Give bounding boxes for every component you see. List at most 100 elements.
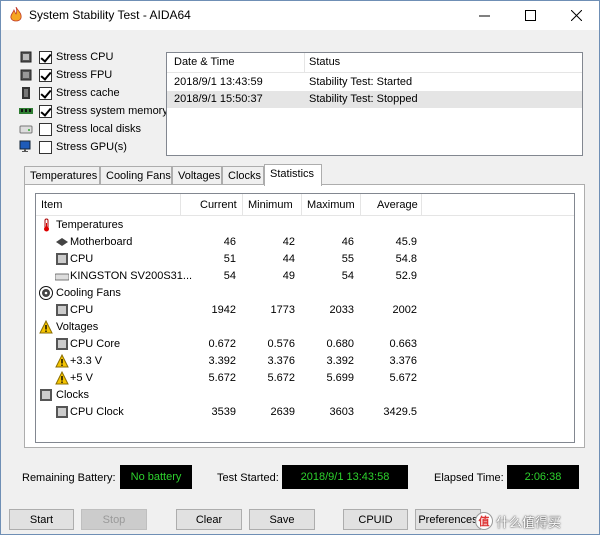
cpu-chip-icon [56,253,68,265]
value-maximum: 55 [341,253,354,265]
header-minimum[interactable]: Minimum [248,199,293,211]
log-row-datetime: 2018/9/1 13:43:59 [174,76,263,88]
stress-disks-checkbox[interactable] [39,122,52,136]
cache-chip-icon [22,87,30,99]
row-label: +5 V [70,372,93,384]
statistics-table[interactable]: Item Current Minimum Maximum Average Tem… [35,193,575,443]
window-title: System Stability Test - AIDA64 [29,8,191,22]
site-watermark: 值 什么值得买 [475,510,600,532]
row-label: CPU [70,253,94,265]
maximize-icon [524,10,536,21]
stop-button[interactable]: Stop [81,509,147,530]
log-row[interactable]: 2018/9/1 15:50:37 Stability Test: Stoppe… [167,91,582,108]
stability-test-window: System Stability Test - AIDA64 Stress CP… [0,0,600,535]
log-row-status: Stability Test: Started [309,76,413,88]
header-current[interactable]: Current [200,199,237,211]
value-minimum: 5.672 [267,372,295,384]
group-label: Cooling Fans [56,287,121,299]
group-cooling-fans[interactable]: Cooling Fans [36,285,426,302]
value-average: 2002 [392,304,417,316]
stress-cache-option[interactable]: Stress cache [19,85,120,101]
stress-gpu-option[interactable]: Stress GPU(s) [19,139,127,155]
log-row-status: Stability Test: Stopped [309,93,418,105]
log-row-datetime: 2018/9/1 15:50:37 [174,93,263,105]
table-row[interactable]: CPU 1942 1773 2033 2002 [36,302,426,319]
value-minimum: 3.376 [267,355,295,367]
tab-clocks[interactable]: Clocks [222,166,264,185]
group-label: Clocks [56,389,90,401]
stress-memory-label: Stress system memory [56,105,168,117]
value-minimum: 42 [282,236,295,248]
disk-drive-icon [55,273,69,281]
stress-cache-checkbox[interactable] [39,86,52,100]
log-header-status[interactable]: Status [309,56,340,68]
tab-statistics[interactable]: Statistics [264,164,322,186]
value-maximum: 46 [341,236,354,248]
save-button[interactable]: Save [249,509,315,530]
group-label: Temperatures [56,219,124,231]
table-row[interactable]: CPU 51 44 55 54.8 [36,251,426,268]
value-maximum: 3.392 [326,355,354,367]
column-divider [180,194,181,216]
table-row[interactable]: CPU Clock 3539 2639 3603 3429.5 [36,404,426,421]
table-row[interactable]: Motherboard 46 42 46 45.9 [36,234,426,251]
battery-label: Remaining Battery: [22,472,116,484]
warning-icon [55,354,69,368]
table-row[interactable]: CPU Core 0.672 0.576 0.680 0.663 [36,336,426,353]
value-minimum: 0.576 [267,338,295,350]
stress-fpu-option[interactable]: Stress FPU [19,67,112,83]
fan-icon [39,286,53,300]
log-header-datetime[interactable]: Date & Time [174,56,235,68]
stress-memory-checkbox[interactable] [39,104,52,118]
stress-cpu-checkbox[interactable] [39,50,52,64]
thermometer-icon [44,218,49,232]
title-bar[interactable]: System Stability Test - AIDA64 [1,1,599,30]
start-button[interactable]: Start [9,509,74,530]
stress-gpu-checkbox[interactable] [39,140,52,154]
stress-memory-option[interactable]: Stress system memory [19,103,168,119]
log-row[interactable]: 2018/9/1 13:43:59 Stability Test: Starte… [167,74,582,91]
stress-fpu-checkbox[interactable] [39,68,52,82]
minimize-button[interactable] [461,1,507,30]
table-row[interactable]: +3.3 V 3.392 3.376 3.392 3.376 [36,353,426,370]
stress-disks-option[interactable]: Stress local disks [19,121,141,137]
value-minimum: 1773 [270,304,295,316]
maximize-button[interactable] [507,1,553,30]
header-maximum[interactable]: Maximum [307,199,355,211]
clear-button[interactable]: Clear [176,509,242,530]
tab-cooling-fans[interactable]: Cooling Fans [100,166,172,185]
value-average: 45.9 [395,236,417,248]
value-average: 3.376 [389,355,417,367]
cpu-chip-icon [56,304,68,316]
value-maximum: 0.680 [326,338,354,350]
group-temperatures[interactable]: Temperatures [36,217,426,234]
event-log-list[interactable]: Date & Time Status 2018/9/1 13:43:59 Sta… [166,52,583,156]
stress-fpu-label: Stress FPU [56,69,113,81]
tab-temperatures[interactable]: Temperatures [24,166,100,185]
group-clocks[interactable]: Clocks [36,387,426,404]
value-average: 3429.5 [383,406,417,418]
stress-cpu-option[interactable]: Stress CPU [19,49,113,65]
stress-cpu-label: Stress CPU [56,51,114,63]
close-icon [570,10,582,21]
stress-disks-label: Stress local disks [56,123,141,135]
test-started-readout: 2018/9/1 13:43:58 [282,465,408,489]
statistics-panel: Item Current Minimum Maximum Average Tem… [24,184,585,448]
header-average[interactable]: Average [377,199,418,211]
preferences-button[interactable]: Preferences [415,509,481,530]
close-button[interactable] [553,1,599,30]
value-current: 51 [223,253,236,265]
row-label: +3.3 V [70,355,103,367]
value-current: 54 [223,270,236,282]
column-divider [360,194,361,216]
header-item[interactable]: Item [41,199,62,211]
value-maximum: 5.699 [326,372,354,384]
table-row[interactable]: KINGSTON SV200S31... 54 49 54 52.9 [36,268,426,285]
tab-voltages[interactable]: Voltages [172,166,222,185]
value-minimum: 44 [282,253,295,265]
elapsed-time-label: Elapsed Time: [434,472,504,484]
warning-icon [39,320,53,334]
group-voltages[interactable]: Voltages [36,319,426,336]
cpuid-button[interactable]: CPUID [343,509,408,530]
table-row[interactable]: +5 V 5.672 5.672 5.699 5.672 [36,370,426,387]
